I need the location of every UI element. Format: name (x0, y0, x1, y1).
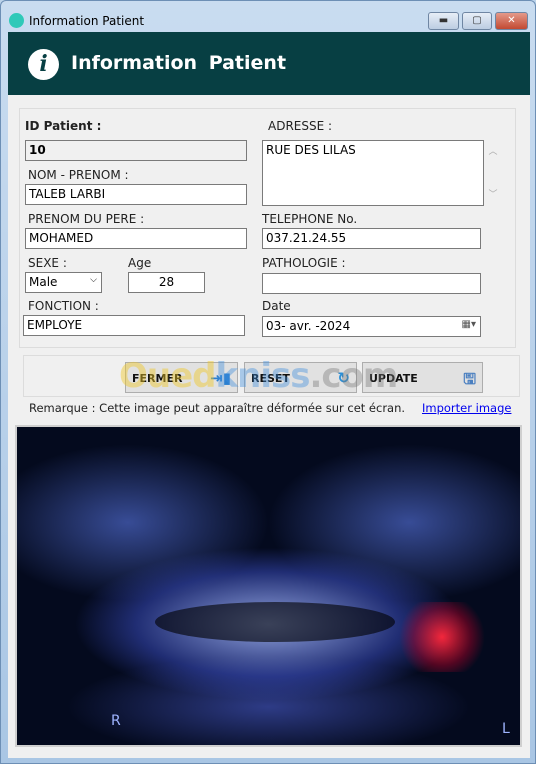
tooth-app-icon (9, 13, 24, 28)
age-field[interactable]: 28 (128, 272, 205, 293)
pere-field[interactable]: MOHAMED (25, 228, 247, 249)
calendar-icon[interactable]: ▦▾ (462, 319, 476, 330)
marker-r: R (111, 713, 121, 729)
page-title: Information Patient (71, 52, 287, 74)
client-area: i Information Patient ID Patient : 10 NO… (8, 32, 530, 758)
nom-field[interactable]: TALEB LARBI (25, 184, 247, 205)
sexe-value: Male (29, 275, 58, 289)
chevron-down-icon: ⌵ (90, 275, 97, 285)
tel-label: TELEPHONE No. (262, 212, 358, 226)
adresse-scrollbar[interactable]: ︿ ﹀ (486, 140, 500, 206)
import-image-link[interactable]: Importer image (422, 401, 511, 415)
reset-button[interactable]: RESET ↻ (244, 362, 357, 393)
refresh-icon: ↻ (337, 369, 350, 387)
maximize-button[interactable]: ▢ (462, 12, 492, 30)
reset-label: RESET (251, 372, 290, 385)
update-button[interactable]: UPDATE 🖫 (362, 362, 483, 393)
info-icon: i (28, 49, 59, 80)
sexe-label: SEXE : (28, 256, 67, 270)
patient-form: ID Patient : 10 NOM - PRENOM : TALEB LAR… (19, 108, 516, 348)
pere-label: PRENOM DU PERE : (28, 212, 145, 226)
fermer-label: FERMER (132, 372, 183, 385)
id-label: ID Patient : (25, 119, 102, 133)
close-button[interactable]: ✕ (495, 12, 528, 30)
date-picker[interactable]: 03- avr. -2024 ▦▾ (262, 316, 481, 337)
patho-field[interactable] (262, 273, 481, 294)
fonction-label: FONCTION : (28, 299, 99, 313)
window: Information Patient ▬ ▢ ✕ i Information … (0, 0, 536, 764)
patho-label: PATHOLOGIE : (262, 256, 346, 270)
date-value: 03- avr. -2024 (266, 319, 351, 333)
highlight-red-area (397, 602, 487, 672)
id-field[interactable]: 10 (25, 140, 247, 161)
exit-door-icon: ⇥▮ (210, 369, 231, 387)
fonction-field[interactable]: EMPLOYE (23, 315, 245, 336)
sexe-select[interactable]: Male ⌵ (25, 272, 102, 293)
window-title: Information Patient (29, 14, 145, 28)
nom-label: NOM - PRENOM : (28, 168, 129, 182)
button-bar: FERMER ⇥▮ RESET ↻ UPDATE 🖫 Ouedkniss.com (23, 355, 520, 397)
tel-field[interactable]: 037.21.24.55 (262, 228, 481, 249)
adresse-label: ADRESSE : (268, 119, 333, 133)
header-banner: i Information Patient (8, 32, 530, 95)
fermer-button[interactable]: FERMER ⇥▮ (125, 362, 238, 393)
marker-l: L (502, 721, 510, 737)
date-label: Date (262, 299, 291, 313)
adresse-textarea[interactable]: RUE DES LILAS (262, 140, 484, 206)
remarque-text: Remarque : Cette image peut apparaître d… (29, 401, 406, 415)
save-icon: 🖫 (463, 370, 476, 388)
age-label: Age (128, 256, 152, 270)
xray-image: R L (15, 425, 522, 747)
update-label: UPDATE (369, 372, 418, 385)
minimize-button[interactable]: ▬ (428, 12, 459, 30)
